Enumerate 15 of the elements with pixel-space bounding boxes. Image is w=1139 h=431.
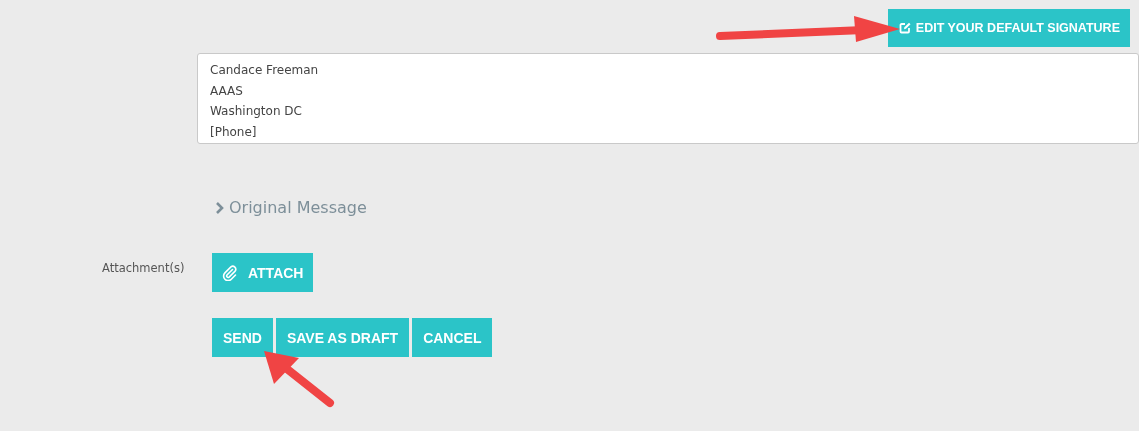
text-line: [Phone] [210,123,258,141]
original-message-toggle[interactable]: Original Message [215,198,367,217]
signature-field[interactable]: Candace Freeman AAAS Washington DC [Phone] [197,53,1139,144]
send-button[interactable]: SEND [212,318,273,357]
edit-icon [898,22,911,34]
attach-button[interactable]: ATTACH [212,253,314,292]
field-label: Attachment(s) [102,261,186,275]
text-line: Candace Freeman [210,62,320,79]
paperclip-icon [222,264,238,281]
edit-signature-button[interactable]: EDIT YOUR DEFAULT SIGNATURE [887,9,1130,47]
chevron-icon [215,201,226,214]
text-line: Washington DC [210,103,303,120]
cancel-button[interactable]: CANCEL [412,318,493,357]
text-line: AAAS [210,82,244,100]
save-draft-button[interactable]: SAVE AS DRAFT [275,318,410,357]
